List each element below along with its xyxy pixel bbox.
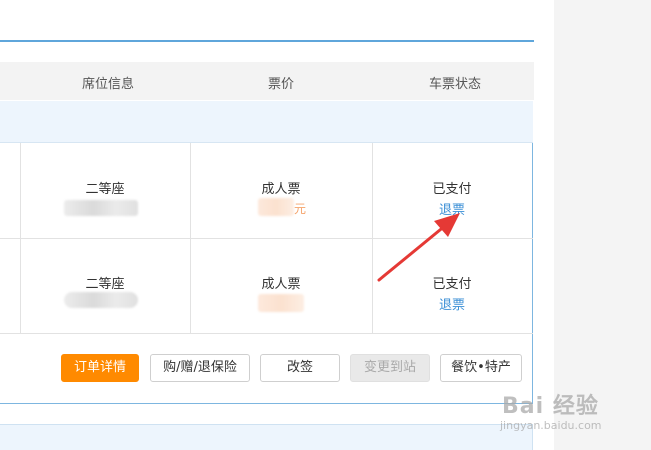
change-station-button: 变更到站 bbox=[350, 354, 430, 382]
header-price: 票价 bbox=[267, 77, 294, 92]
order-details-button[interactable]: 订单详情 bbox=[61, 354, 139, 382]
price-currency: 元 bbox=[294, 202, 307, 216]
seat-class: 二等座 bbox=[85, 182, 125, 197]
food-specialties-button[interactable]: 餐饮•特产 bbox=[440, 354, 522, 382]
baidu-watermark-url: jingyan.baidu.com bbox=[500, 419, 602, 432]
seat-class: 二等座 bbox=[85, 277, 125, 292]
price-redacted bbox=[258, 198, 294, 216]
annotation-arrow-icon bbox=[377, 213, 460, 282]
next-order-panel bbox=[0, 424, 533, 450]
payment-status: 已支付 bbox=[432, 182, 472, 197]
right-gutter bbox=[554, 0, 651, 450]
baidu-watermark-logo: Bai 经验 bbox=[502, 394, 599, 419]
insurance-button[interactable]: 购/赠/退保险 bbox=[150, 354, 250, 382]
column-divider bbox=[20, 143, 21, 333]
header-seat-info: 席位信息 bbox=[81, 77, 134, 92]
seat-number-redacted bbox=[64, 292, 138, 308]
top-divider bbox=[0, 40, 534, 42]
header-ticket-status: 车票状态 bbox=[428, 77, 481, 92]
price-redacted bbox=[258, 294, 304, 312]
seat-number-redacted bbox=[64, 200, 138, 216]
refund-link[interactable]: 退票 bbox=[422, 294, 482, 313]
ticket-type: 成人票 bbox=[261, 277, 301, 292]
order-panel-header bbox=[0, 101, 533, 143]
ticket-type: 成人票 bbox=[261, 182, 301, 197]
change-ticket-button[interactable]: 改签 bbox=[260, 354, 340, 382]
column-divider bbox=[190, 143, 191, 333]
